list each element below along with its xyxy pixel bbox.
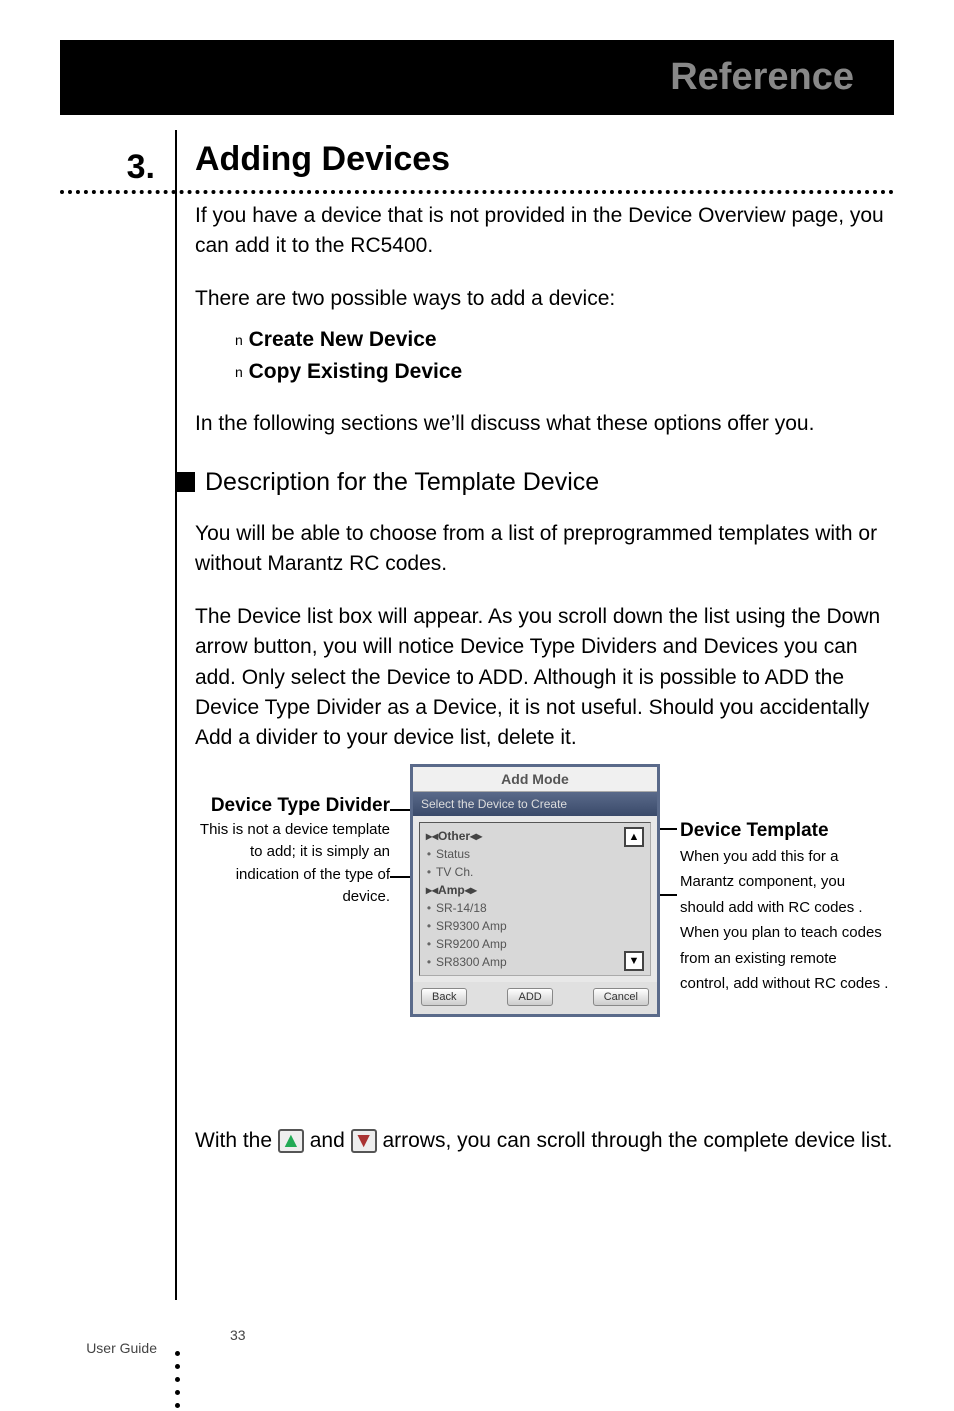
- list-item[interactable]: •SR9300 Amp: [426, 917, 644, 935]
- content: 3. Adding Devices If you have a device t…: [60, 140, 894, 1166]
- screenshot-title: Add Mode: [413, 767, 657, 792]
- dotted-rule: [60, 190, 894, 194]
- callout-right: Device Template When you add this for a …: [680, 819, 890, 997]
- page-number: 33: [230, 1327, 246, 1343]
- screenshot-buttons: Back ADD Cancel: [413, 982, 657, 1014]
- subheading-row: Description for the Template Device: [175, 468, 894, 497]
- scroll-note-pre: With the: [195, 1129, 278, 1152]
- scroll-note: With the ▲ and ▼ arrows, you can scroll …: [195, 1126, 894, 1156]
- list-marker: n: [235, 332, 243, 348]
- list-item[interactable]: •TV Ch.: [426, 863, 644, 881]
- header-bar: Reference: [60, 40, 894, 115]
- option-1: n Create New Device: [235, 324, 894, 356]
- scroll-down-button[interactable]: ▼: [624, 951, 644, 971]
- callout-left-title: Device Type Divider: [185, 794, 390, 819]
- follow-paragraph: In the following sections we’ll discuss …: [195, 409, 894, 439]
- list-item[interactable]: •SR9200 Amp: [426, 935, 644, 953]
- down-arrow-icon: ▼: [351, 1129, 377, 1153]
- add-button[interactable]: ADD: [507, 988, 552, 1006]
- callout-right-title: Device Template: [680, 819, 890, 844]
- figure: Device Type Divider This is not a device…: [195, 764, 894, 1104]
- sub-paragraph-2: The Device list box will appear. As you …: [195, 602, 894, 754]
- section-title: Adding Devices: [195, 140, 894, 179]
- list-item[interactable]: ▸◂ Amp ◂▸: [426, 881, 644, 899]
- list-item[interactable]: •SR-14/18: [426, 899, 644, 917]
- subheading-marker: [175, 472, 195, 492]
- list-item[interactable]: •Status: [426, 845, 644, 863]
- list-item[interactable]: •SR8300 Amp: [426, 953, 644, 971]
- callout-left: Device Type Divider This is not a device…: [185, 794, 390, 909]
- options-list: n Create New Device n Copy Existing Devi…: [235, 324, 894, 387]
- ways-intro: There are two possible ways to add a dev…: [195, 284, 894, 314]
- screenshot-subtitle: Select the Device to Create: [413, 792, 657, 816]
- callout-left-body: This is not a device template to add; it…: [185, 819, 390, 909]
- intro-paragraph: If you have a device that is not provide…: [195, 201, 894, 262]
- footer-label: User Guide: [60, 1338, 175, 1356]
- device-screenshot: Add Mode Select the Device to Create ▲ ▸…: [410, 764, 660, 1017]
- header-title: Reference: [670, 56, 854, 99]
- callout-right-body: When you add this for a Marantz componen…: [680, 844, 890, 997]
- scroll-note-post: arrows, you can scroll through the compl…: [382, 1129, 892, 1152]
- sub-paragraph-1: You will be able to choose from a list o…: [195, 519, 894, 580]
- list-marker: n: [235, 364, 243, 380]
- back-button[interactable]: Back: [421, 988, 467, 1006]
- footer: User Guide: [60, 1338, 175, 1356]
- scroll-note-mid: and: [310, 1129, 351, 1152]
- up-arrow-icon: ▲: [278, 1129, 304, 1153]
- option-2: n Copy Existing Device: [235, 356, 894, 388]
- scroll-up-button[interactable]: ▲: [624, 827, 644, 847]
- cancel-button[interactable]: Cancel: [593, 988, 649, 1006]
- subheading: Description for the Template Device: [205, 468, 599, 497]
- option-1-label: Create New Device: [249, 328, 437, 351]
- list-item[interactable]: ▸◂ Other ◂▸: [426, 827, 644, 845]
- option-2-label: Copy Existing Device: [249, 360, 463, 383]
- section-number: 3.: [60, 140, 175, 187]
- screenshot-list: ▲ ▸◂ Other ◂▸ •Status •TV Ch. ▸◂ Amp ◂▸ …: [419, 822, 651, 976]
- footer-dots: [175, 1343, 181, 1403]
